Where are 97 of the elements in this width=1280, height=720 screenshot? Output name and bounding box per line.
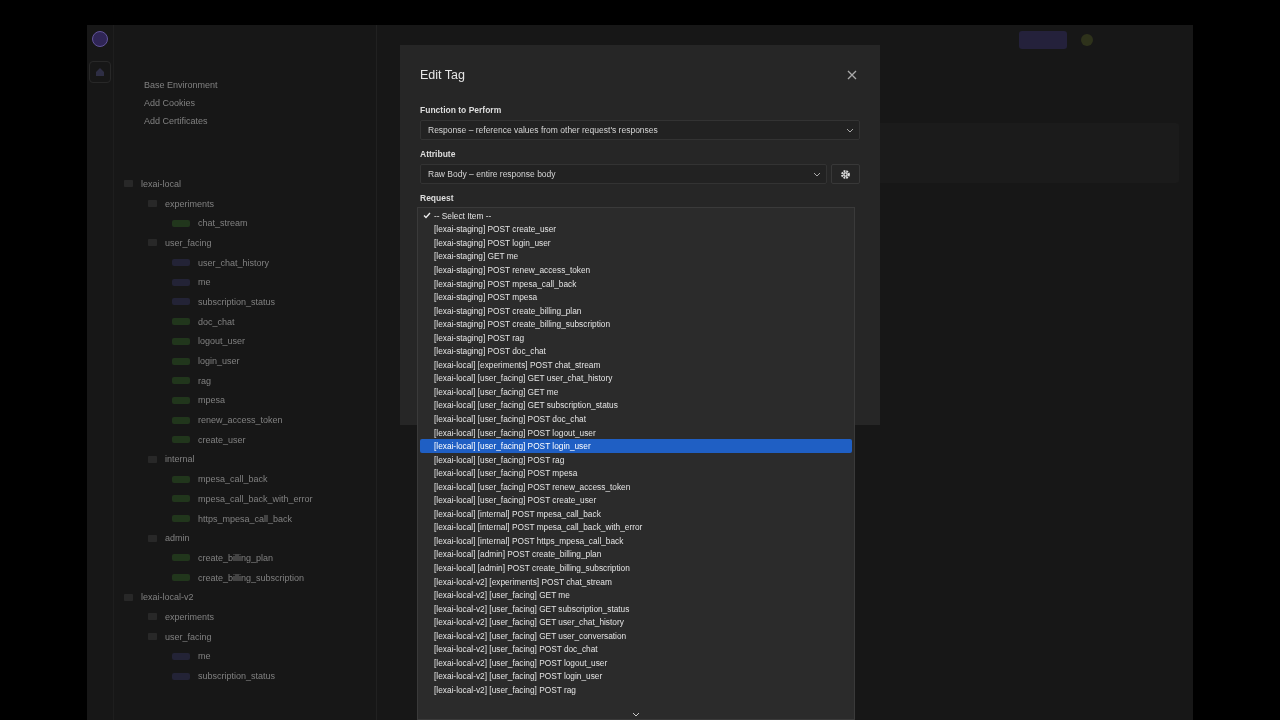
dropdown-option[interactable]: [lexai-local] [user_facing] POST logout_user [420, 425, 852, 440]
method-badge [172, 337, 190, 345]
dropdown-option[interactable]: [lexai-local] [user_facing] POST rag [420, 452, 852, 467]
dropdown-option[interactable]: [lexai-local-v2] [user_facing] GET user_chat_history [420, 615, 852, 629]
dropdown-option[interactable]: [lexai-staging] POST mpesa [420, 290, 852, 304]
tree-item[interactable]: lexai-local [141, 178, 182, 189]
method-badge [172, 672, 190, 680]
method-badge [172, 357, 190, 365]
method-badge [172, 554, 190, 562]
chevron-icon [846, 127, 854, 133]
method-badge [172, 652, 190, 660]
sidebar-link[interactable]: Add Certificates [144, 116, 376, 126]
logo-icon [92, 31, 108, 47]
dropdown-option[interactable]: [lexai-staging] POST login_user [420, 236, 852, 250]
scroll-down-icon[interactable] [632, 712, 640, 717]
dropdown-option[interactable]: [lexai-staging] POST create_billing_subscription [420, 317, 852, 331]
dropdown-option[interactable]: [lexai-local-v2] [user_facing] GET subscription_status [420, 601, 852, 616]
tree-item[interactable]: user_chat_history [198, 257, 270, 268]
tree-item[interactable]: doc_chat [198, 316, 235, 327]
method-badge [172, 396, 190, 404]
tree-item[interactable]: internal [165, 454, 195, 465]
field-label: Request [420, 193, 454, 203]
check-icon [423, 212, 431, 220]
tree-item[interactable]: subscription_status [198, 671, 276, 682]
dropdown-option[interactable]: [lexai-local-v2] [user_facing] POST doc_chat [420, 642, 852, 657]
dropdown-option[interactable]: [lexai-local] [user_facing] POST doc_chat [420, 412, 852, 426]
method-badge [172, 278, 190, 286]
method-badge [172, 495, 190, 503]
field-label: Function to Perform [420, 105, 502, 115]
dropdown-option[interactable]: [lexai-local] [admin] POST create_billing_subscription [420, 561, 852, 575]
tree-item[interactable]: experiments [165, 611, 215, 622]
dropdown-option[interactable]: [lexai-local] [user_facing] POST renew_access_token [420, 479, 852, 494]
method-badge [172, 318, 190, 326]
dropdown-option[interactable]: -- Select Item -- [420, 209, 852, 223]
select-field[interactable]: Response – reference values from other request's responses [420, 120, 860, 140]
dropdown-option[interactable]: [lexai-local] [internal] POST mpesa_call_back [420, 507, 852, 521]
tree-item[interactable]: mpesa [198, 395, 225, 406]
dropdown-option[interactable]: [lexai-local-v2] [user_facing] GET me [420, 588, 852, 602]
tree-item[interactable]: user_facing [165, 631, 212, 642]
method-badge [172, 475, 190, 483]
tree-item[interactable]: me [198, 651, 211, 662]
tree-item[interactable]: login_user [198, 356, 240, 367]
method-badge [172, 574, 190, 582]
method-badge [172, 436, 190, 444]
tree-item[interactable]: admin [165, 533, 190, 544]
dropdown-option[interactable]: [lexai-staging] POST create_billing_plan [420, 303, 852, 318]
chevron-icon [813, 171, 821, 177]
dropdown-option[interactable]: [lexai-staging] POST create_user [420, 222, 852, 237]
dialog-title: Edit Tag [420, 68, 465, 82]
select-field[interactable]: Raw Body – entire response body [420, 164, 827, 184]
field-label: Attribute [420, 149, 456, 159]
dropdown-option[interactable]: [lexai-local] [user_facing] POST create_user [420, 493, 852, 508]
tree-item[interactable]: create_billing_subscription [198, 572, 305, 583]
dropdown-option[interactable]: [lexai-local-v2] [experiments] POST chat_stream [420, 574, 852, 589]
method-badge [172, 259, 190, 267]
method-badge [172, 298, 190, 306]
tree-item[interactable]: user_facing [165, 237, 212, 248]
tree-item[interactable]: lexai-local-v2 [141, 592, 194, 603]
dropdown-option[interactable]: [lexai-staging] POST mpesa_call_back [420, 276, 852, 291]
close-icon[interactable] [847, 70, 857, 80]
dropdown-option[interactable]: [lexai-local] [internal] POST https_mpesa_call_back [420, 534, 852, 548]
dropdown-option[interactable]: [lexai-local] [user_facing] GET user_chat_history [420, 371, 852, 386]
sidebar-link[interactable]: Add Cookies [144, 98, 376, 108]
dropdown-option[interactable]: [lexai-staging] POST doc_chat [420, 344, 852, 358]
dropdown-option[interactable]: [lexai-local] [admin] POST create_billing_plan [420, 547, 852, 562]
dropdown-option[interactable]: [lexai-local] [user_facing] GET subscription_status [420, 398, 852, 413]
dropdown-option[interactable]: [lexai-local-v2] [user_facing] POST login_user [420, 669, 852, 684]
tree-item[interactable]: rag [198, 375, 211, 386]
dropdown-option[interactable]: [lexai-local-v2] [user_facing] POST rag [420, 683, 852, 697]
method-badge [172, 219, 190, 227]
dropdown-option[interactable]: [lexai-local] [internal] POST mpesa_call_back_with_error [420, 520, 852, 535]
tree-item[interactable]: create_billing_plan [198, 552, 274, 563]
tree-item[interactable]: mpesa_call_back [198, 474, 268, 485]
sidebar-link[interactable]: Base Environment [144, 80, 376, 90]
tree-item[interactable]: chat_stream [198, 218, 248, 229]
dropdown-option[interactable]: [lexai-local-v2] [user_facing] POST logout_user [420, 656, 852, 670]
tree-item[interactable]: create_user [198, 434, 246, 445]
dropdown-option[interactable]: [lexai-staging] POST renew_access_token [420, 263, 852, 277]
settings-button[interactable] [831, 164, 860, 184]
dropdown-option[interactable]: [lexai-local] [user_facing] POST login_user [420, 439, 852, 453]
dropdown-option[interactable]: [lexai-local-v2] [user_facing] GET user_conversation [420, 628, 852, 643]
tree-item[interactable]: renew_access_token [198, 415, 283, 426]
tree-item[interactable]: https_mpesa_call_back [198, 513, 293, 524]
tree-item[interactable]: logout_user [198, 336, 246, 347]
dropdown-option[interactable]: [lexai-staging] POST rag [420, 330, 852, 345]
dropdown-option[interactable]: [lexai-local] [user_facing] POST mpesa [420, 466, 852, 480]
gear-icon [840, 168, 851, 180]
dropdown-option[interactable]: [lexai-local] [experiments] POST chat_stream [420, 358, 852, 372]
tree-item[interactable]: subscription_status [198, 296, 276, 307]
method-badge [172, 377, 190, 385]
method-badge [172, 416, 190, 424]
dropdown-option[interactable]: [lexai-local] [user_facing] GET me [420, 385, 852, 399]
tree-item[interactable]: experiments [165, 198, 215, 209]
method-badge [172, 515, 190, 523]
tree-item[interactable]: me [198, 277, 211, 288]
dropdown-option[interactable]: [lexai-staging] GET me [420, 249, 852, 264]
tree-item[interactable]: mpesa_call_back_with_error [198, 493, 313, 504]
